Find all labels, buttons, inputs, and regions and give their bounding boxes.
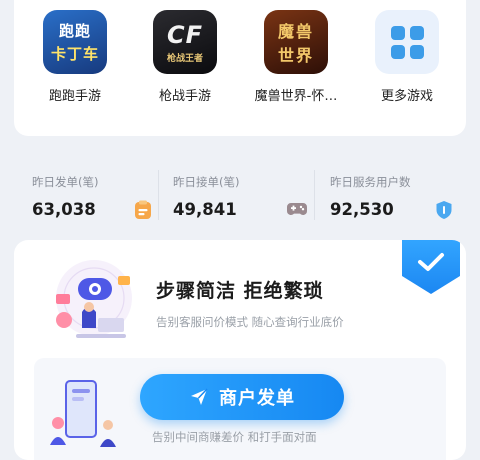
- phone-illustration: [50, 380, 116, 447]
- game-label-paopao: 跑跑手游: [48, 89, 101, 104]
- stats-row: 昨日发单(笔) 63,038 昨日接单(笔) 49,841 昨日服务用户数 92…: [0, 160, 480, 230]
- game-label-crossfire: 枪战手游: [158, 89, 211, 104]
- stat-label: 昨日服务用户数: [330, 175, 411, 189]
- stat-value: 49,841: [173, 200, 237, 219]
- stats-divider: [158, 170, 159, 220]
- game-label-warcraft: 魔兽世界-怀…: [254, 89, 338, 104]
- game-item-crossfire[interactable]: CF 枪战王者 枪战手游: [140, 10, 230, 104]
- stat-label: 昨日接单(笔): [173, 175, 240, 189]
- warcraft-icon: 魔兽 世界: [264, 10, 328, 74]
- stat-value: 92,530: [330, 200, 394, 219]
- crossfire-icon-text-line2: 枪战王者: [166, 53, 203, 64]
- paopao-icon-text-line1: 跑跑: [58, 22, 91, 40]
- game-item-warcraft[interactable]: 魔兽 世界 魔兽世界-怀…: [251, 10, 341, 104]
- games-card: 跑跑 卡丁车 跑跑手游 CF 枪战王者 枪战手游 魔兽 世界 魔兽世界-怀… 更…: [14, 0, 466, 136]
- promo-card: 步骤简洁 拒绝繁琐 告别客服问价模式 随心查询行业底价 商户发单 告别中间商赚差…: [14, 240, 466, 460]
- grid-square: [390, 25, 405, 40]
- grid-square: [409, 25, 424, 40]
- stat-value: 63,038: [32, 200, 96, 219]
- merchant-order-button-label: 商户发单: [219, 388, 295, 409]
- clipboard-icon: [135, 200, 151, 219]
- warcraft-icon-text-line2: 世界: [277, 46, 314, 65]
- crossfire-icon: CF 枪战王者: [153, 10, 217, 74]
- paopao-kart-icon: 跑跑 卡丁车: [43, 10, 107, 74]
- grid-square: [409, 44, 424, 59]
- promo-subtitle: 告别客服问价模式 随心查询行业底价: [156, 315, 344, 329]
- shield-icon: [436, 201, 452, 219]
- game-label-more: 更多游戏: [380, 89, 433, 104]
- merchant-order-button[interactable]: 商户发单: [140, 374, 344, 420]
- send-icon: [191, 388, 208, 405]
- warcraft-icon-text-line1: 魔兽: [277, 22, 314, 41]
- game-item-more[interactable]: 更多游戏: [362, 10, 452, 104]
- stats-divider: [314, 170, 315, 220]
- gamepad-icon: [287, 203, 307, 215]
- game-item-paopao[interactable]: 跑跑 卡丁车 跑跑手游: [30, 10, 120, 104]
- crossfire-icon-text-line1: CF: [166, 20, 203, 49]
- check-badge-icon: [402, 240, 460, 294]
- more-grid-squares: [390, 25, 424, 59]
- promo-title: 步骤简洁 拒绝繁琐: [156, 280, 324, 302]
- stat-label: 昨日发单(笔): [32, 175, 99, 189]
- grid-square: [390, 44, 405, 59]
- paopao-icon-text-line2: 卡丁车: [50, 45, 99, 63]
- customer-service-illustration: [56, 260, 132, 338]
- more-games-grid-icon: [375, 10, 439, 74]
